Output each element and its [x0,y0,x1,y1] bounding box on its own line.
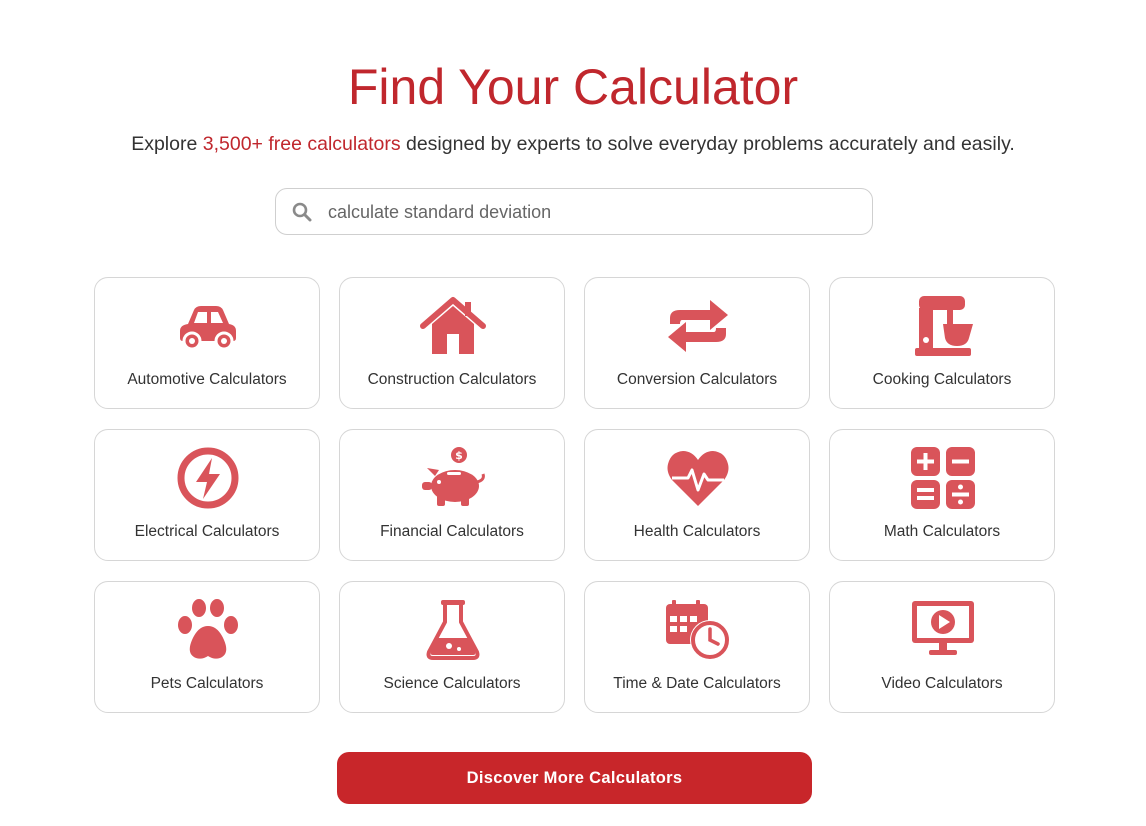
category-card-pets[interactable]: Pets Calculators [94,581,320,713]
category-card-financial[interactable]: $ Financial Calculators [339,429,565,561]
subtitle-highlight: 3,500+ free calculators [202,133,401,155]
house-icon [419,294,487,358]
category-card-video[interactable]: Video Calculators [829,581,1055,713]
math-operators-icon [909,446,977,510]
category-card-science[interactable]: Science Calculators [339,581,565,713]
category-card-conversion[interactable]: Conversion Calculators [584,277,810,409]
category-card-math[interactable]: Math Calculators [829,429,1055,561]
page-subtitle: Explore 3,500+ free calculators designed… [0,131,1146,157]
arrows-exchange-icon [664,294,732,358]
lightning-bolt-icon [174,446,242,510]
subtitle-prefix: Explore [131,133,203,155]
category-card-construction[interactable]: Construction Calculators [339,277,565,409]
category-label: Conversion Calculators [616,371,778,388]
video-monitor-icon [909,598,977,662]
category-label: Automotive Calculators [127,371,287,388]
heart-pulse-icon [664,446,732,510]
category-label: Video Calculators [881,675,1003,692]
flask-icon [419,598,487,662]
category-label: Pets Calculators [150,675,264,692]
category-label: Cooking Calculators [872,371,1012,388]
category-label: Financial Calculators [380,523,524,540]
svg-text:$: $ [455,449,463,462]
search-input[interactable] [328,197,848,227]
category-label: Health Calculators [633,523,761,540]
page: Find Your Calculator Explore 3,500+ free… [0,0,1146,826]
stand-mixer-icon [909,294,977,358]
category-label: Construction Calculators [367,371,537,388]
category-card-cooking[interactable]: Cooking Calculators [829,277,1055,409]
discover-more-button[interactable]: Discover More Calculators [337,752,812,804]
category-label: Time & Date Calculators [613,675,781,692]
calendar-clock-icon [664,598,732,662]
car-icon [174,294,242,358]
category-card-time-date[interactable]: Time & Date Calculators [584,581,810,713]
paw-icon [174,598,242,662]
page-title: Find Your Calculator [347,59,799,115]
search-box[interactable] [275,188,873,235]
category-card-automotive[interactable]: Automotive Calculators [94,277,320,409]
search-icon [292,202,312,222]
category-label: Math Calculators [883,523,1001,540]
piggy-bank-icon: $ [419,446,487,510]
subtitle-suffix: designed by experts to solve everyday pr… [400,133,1015,155]
category-label: Science Calculators [383,675,521,692]
category-grid: Automotive Calculators Construction Calc… [94,277,1056,713]
category-card-health[interactable]: Health Calculators [584,429,810,561]
category-card-electrical[interactable]: Electrical Calculators [94,429,320,561]
category-label: Electrical Calculators [134,523,280,540]
